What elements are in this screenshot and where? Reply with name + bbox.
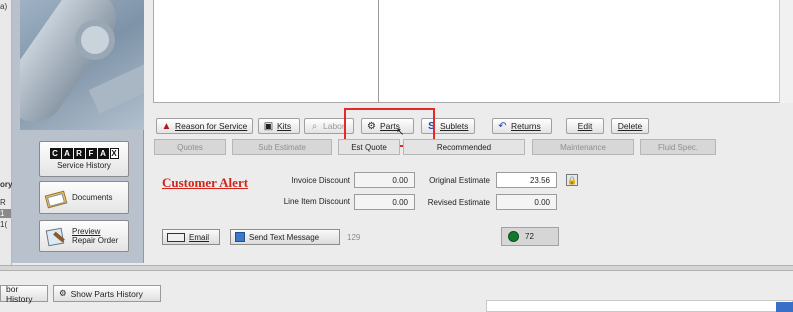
preview-label: Preview Repair Order bbox=[72, 227, 119, 245]
left-fragment-top: a) bbox=[0, 2, 8, 11]
tab-maintenance[interactable]: Maintenance bbox=[532, 139, 634, 155]
text-message-icon bbox=[235, 232, 245, 242]
scrollbar[interactable] bbox=[779, 0, 793, 103]
tab-quotes[interactable]: Quotes bbox=[154, 139, 226, 155]
list-row-fragment[interactable]: R bbox=[0, 198, 6, 207]
preview-repair-order-button[interactable]: Preview Repair Order bbox=[39, 220, 129, 252]
email-icon bbox=[167, 232, 185, 242]
list-row-fragment[interactable]: 1( bbox=[0, 220, 7, 229]
invoice-discount-label: Invoice Discount bbox=[291, 176, 350, 185]
delete-button[interactable]: Delete bbox=[611, 118, 649, 134]
parts-history-icon: ⚙ bbox=[59, 288, 67, 298]
returns-button[interactable]: ↶ Returns bbox=[492, 118, 552, 134]
send-text-message-button[interactable]: Send Text Message bbox=[230, 229, 340, 245]
tab-fluid-spec[interactable]: Fluid Spec. bbox=[640, 139, 716, 155]
documents-icon bbox=[44, 190, 66, 206]
preview-icon bbox=[44, 227, 66, 245]
original-estimate-label: Original Estimate bbox=[429, 176, 490, 185]
email-button[interactable]: Email bbox=[162, 229, 220, 245]
lower-panel bbox=[486, 300, 793, 312]
customer-alert-link[interactable]: Customer Alert bbox=[162, 175, 248, 191]
list-row-fragment[interactable]: 1 bbox=[0, 209, 11, 218]
line-item-discount-field[interactable]: 0.00 bbox=[354, 194, 415, 210]
left-strip: a) ory R 1 1( bbox=[0, 0, 12, 270]
carfax-logo: CARFAX bbox=[49, 148, 119, 159]
wrench-banner-image bbox=[20, 0, 144, 130]
history-label-fragment: ory bbox=[0, 180, 13, 189]
revised-estimate-field[interactable]: 0.00 bbox=[496, 194, 557, 210]
tab-est-quote[interactable]: Est Quote bbox=[338, 139, 400, 155]
line-item-discount-label: Line Item Discount bbox=[283, 197, 350, 206]
kits-icon: ▣ bbox=[263, 120, 274, 132]
kits-button[interactable]: ▣ Kits bbox=[258, 118, 300, 134]
lock-icon[interactable]: 🔒 bbox=[566, 174, 578, 186]
carfax-service-history-button[interactable]: CARFAX Service History bbox=[39, 141, 129, 177]
revised-estimate-label: Revised Estimate bbox=[427, 198, 490, 207]
documents-button[interactable]: Documents bbox=[39, 181, 129, 214]
status-indicator: 72 bbox=[501, 227, 559, 246]
documents-label: Documents bbox=[72, 193, 113, 202]
labor-icon: ⌕ bbox=[311, 120, 318, 132]
line-items-area[interactable] bbox=[153, 0, 793, 103]
text-char-count: 129 bbox=[347, 233, 361, 242]
original-estimate-field[interactable]: 23.56 bbox=[496, 172, 557, 188]
invoice-discount-field[interactable]: 0.00 bbox=[354, 172, 415, 188]
carfax-sub-label: Service History bbox=[57, 161, 111, 170]
green-status-dot-icon bbox=[508, 231, 519, 242]
tab-recommended[interactable]: Recommended bbox=[403, 139, 525, 155]
car-icon: ▲ bbox=[161, 120, 172, 132]
tab-sub-estimate[interactable]: Sub Estimate bbox=[232, 139, 332, 155]
labor-history-button[interactable]: bor History bbox=[0, 284, 48, 304]
reason-for-service-button[interactable]: ▲ Reason for Service bbox=[156, 118, 253, 134]
return-arrow-icon: ↶ bbox=[498, 120, 507, 132]
blue-corner-element bbox=[776, 302, 793, 312]
pane-divider[interactable] bbox=[378, 0, 379, 103]
edit-button[interactable]: Edit bbox=[566, 118, 604, 134]
show-parts-history-button[interactable]: ⚙ Show Parts History bbox=[53, 285, 161, 302]
